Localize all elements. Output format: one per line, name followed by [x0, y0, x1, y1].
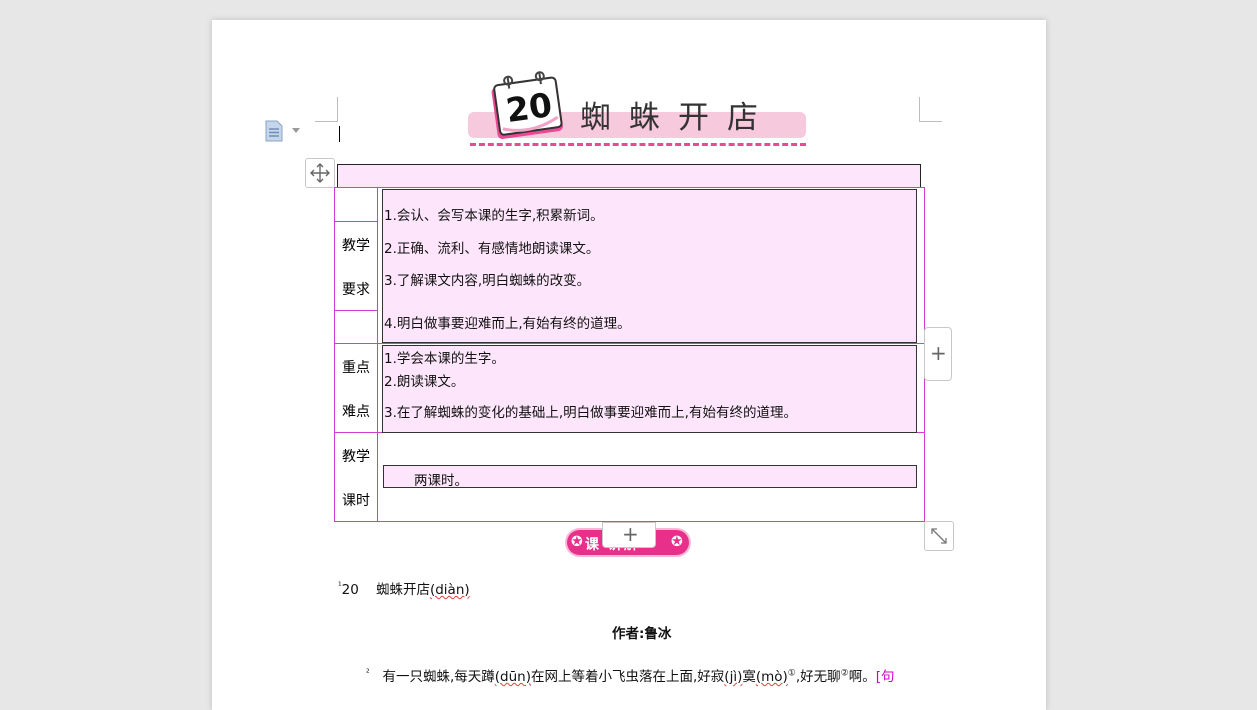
heading-pinyin: (diàn): [429, 582, 470, 598]
margin-corner-top-right: [919, 97, 942, 122]
paragraph-marker: ²: [366, 668, 370, 679]
star-icon: ✪: [571, 534, 583, 550]
lesson-title: 蜘蛛开店: [580, 100, 776, 136]
table-line: 3.了解课文内容,明白蜘蛛的改变。: [384, 273, 591, 289]
chevron-down-icon[interactable]: [292, 128, 300, 133]
lesson-number: 20: [504, 85, 555, 130]
row-label-line: 重点: [342, 360, 370, 376]
add-row-button[interactable]: +: [602, 522, 656, 548]
row-label-line: 课时: [342, 493, 370, 509]
margin-corner-top-left: [315, 97, 338, 122]
table-line: 1.学会本课的生字。: [384, 351, 505, 367]
row-label-line: 教学: [342, 238, 370, 254]
star-icon: ✪: [671, 534, 683, 550]
row-label-line: 要求: [342, 282, 370, 298]
resize-icon: [931, 528, 947, 544]
heading-title: 蜘蛛开店: [375, 582, 430, 598]
row-label-line: 难点: [342, 404, 370, 420]
plus-icon: +: [622, 522, 639, 546]
table-line: 4.明白做事要迎难而上,有始有终的道理。: [384, 316, 631, 332]
row-label-line: 教学: [342, 449, 370, 465]
document-icon[interactable]: [264, 120, 284, 142]
row-divider: [335, 343, 924, 344]
calendar-icon: 20: [491, 71, 563, 139]
banner-dash-line: [470, 143, 806, 146]
table-top-band[interactable]: [337, 164, 921, 188]
label-divider: [335, 221, 377, 222]
move-icon: [310, 163, 330, 183]
table-line: 3.在了解蜘蛛的变化的基础上,明白做事要迎难而上,有始有终的道理。: [384, 405, 797, 421]
table-move-handle[interactable]: [305, 158, 335, 188]
label-divider: [335, 310, 377, 311]
table-line: 2.正确、流利、有感情地朗读课文。: [384, 241, 600, 257]
add-column-button[interactable]: +: [924, 327, 952, 381]
table-line: 2.朗读课文。: [384, 374, 465, 390]
lesson-title-banner: 20 蜘蛛开店: [468, 64, 808, 154]
annotation-tag: [句: [875, 669, 895, 685]
table-line: 1.会认、会写本课的生字,积累新词。: [384, 208, 604, 224]
lesson-heading: ¹20 蜘蛛开店(diàn): [338, 578, 470, 599]
paragraph: ² 有一只蜘蛛,每天蹲(dūn)在网上等着小飞虫落在上面,好寂(jì)寞(mò)…: [366, 668, 895, 686]
text-cursor: [339, 126, 340, 142]
author-line: 作者:鲁冰: [612, 626, 672, 642]
table-line: 两课时。: [414, 473, 468, 489]
plus-icon: +: [930, 341, 947, 365]
column-divider: [377, 188, 378, 521]
table-resize-handle[interactable]: [924, 521, 954, 551]
heading-number: 20: [341, 582, 359, 598]
lesson-table: 教学 要求 1.会认、会写本课的生字,积累新词。 2.正确、流利、有感情地朗读课…: [334, 187, 925, 522]
